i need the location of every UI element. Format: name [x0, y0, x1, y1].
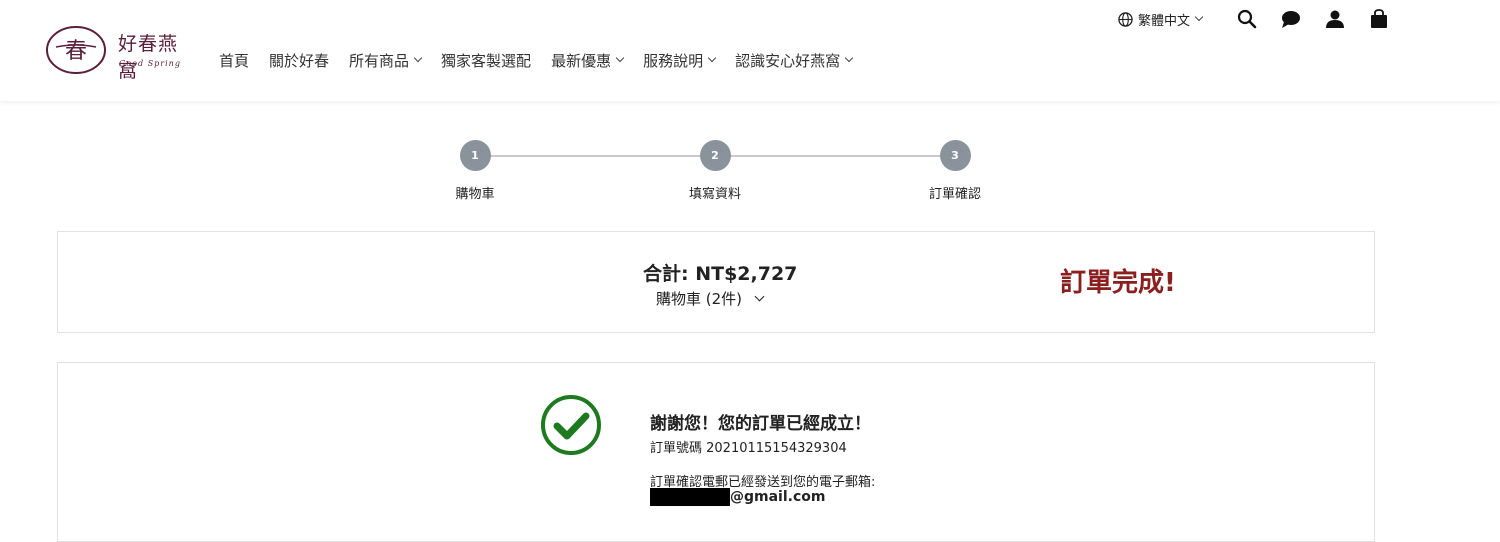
step-number: 3 — [939, 140, 971, 171]
header-tools: 繁體中文 — [1118, 8, 1412, 30]
logo-seal-icon: 春 — [46, 26, 106, 74]
nav-item-products[interactable]: 所有商品 — [349, 49, 423, 71]
order-summary: 合計: NT$2,727 購物車 (2件) 訂單完成! — [57, 231, 1375, 333]
step-label: 填寫資料 — [688, 187, 741, 202]
order-number: 訂單號碼 20210115154329304 — [650, 441, 847, 456]
checkout-steps: 1 購物車 2 填寫資料 3 訂單確認 — [415, 140, 1015, 204]
language-label: 繁體中文 — [1138, 13, 1191, 29]
nav-item-service[interactable]: 服務說明 — [643, 49, 717, 71]
brand-name-cn: 好春燕窩 — [118, 33, 179, 82]
nav-item-about[interactable]: 關於好春 — [269, 49, 329, 71]
step-confirm: 3 訂單確認 — [895, 140, 1015, 202]
brand-logo[interactable]: 春 好春燕窩 Good Spring — [46, 25, 186, 82]
step-cart: 1 購物車 — [415, 140, 535, 202]
shopping-bag-icon — [1371, 9, 1388, 28]
order-confirmation: 謝謝您！您的訂單已經成立！ 訂單號碼 20210115154329304 訂單確… — [57, 362, 1375, 542]
step-label: 購物車 — [455, 187, 495, 202]
redacted-email-user — [650, 488, 730, 506]
email-domain: @gmail.com — [730, 489, 826, 505]
step-label: 訂單確認 — [928, 187, 981, 202]
search-icon — [1237, 9, 1257, 29]
nav-item-home[interactable]: 首頁 — [219, 49, 249, 71]
chevron-down-icon — [1194, 12, 1204, 22]
check-circle-icon — [541, 395, 601, 455]
nav-item-custom[interactable]: 獨家客製選配 — [441, 49, 531, 71]
account-button[interactable] — [1324, 8, 1346, 30]
chevron-down-icon — [615, 53, 625, 63]
chevron-down-icon — [707, 53, 717, 63]
brand-name-en: Good Spring — [119, 59, 181, 68]
step-details: 2 填寫資料 — [655, 140, 775, 202]
email-address: @gmail.com — [650, 488, 825, 506]
chevron-down-icon — [413, 53, 423, 63]
cart-toggle[interactable]: 購物車 (2件) — [656, 288, 765, 309]
user-icon — [1326, 10, 1345, 28]
thank-you-message: 謝謝您！您的訂單已經成立！ — [650, 414, 871, 434]
order-status: 訂單完成! — [1060, 268, 1176, 298]
chevron-down-icon — [844, 53, 854, 63]
svg-text:春: 春 — [65, 39, 87, 64]
chat-button[interactable] — [1280, 8, 1302, 30]
nav-item-learn[interactable]: 認識安心好燕窩 — [735, 49, 854, 71]
main-nav: 首頁 關於好春 所有商品 獨家客製選配 最新優惠 服務說明 認識安心好燕窩 — [219, 49, 872, 71]
order-total: 合計: NT$2,727 — [643, 263, 798, 285]
cart-button[interactable] — [1368, 8, 1390, 30]
chevron-down-icon — [754, 291, 765, 302]
chat-icon — [1282, 11, 1301, 28]
cart-count: 購物車 (2件) — [656, 290, 743, 308]
globe-icon — [1118, 11, 1133, 27]
language-selector[interactable]: 繁體中文 — [1118, 10, 1204, 29]
site-header: 春 好春燕窩 Good Spring 首頁 關於好春 所有商品 獨家客製選配 最… — [0, 0, 1500, 101]
step-number: 2 — [699, 140, 731, 171]
step-number: 1 — [459, 140, 491, 171]
nav-item-offers[interactable]: 最新優惠 — [551, 49, 625, 71]
search-button[interactable] — [1236, 8, 1258, 30]
